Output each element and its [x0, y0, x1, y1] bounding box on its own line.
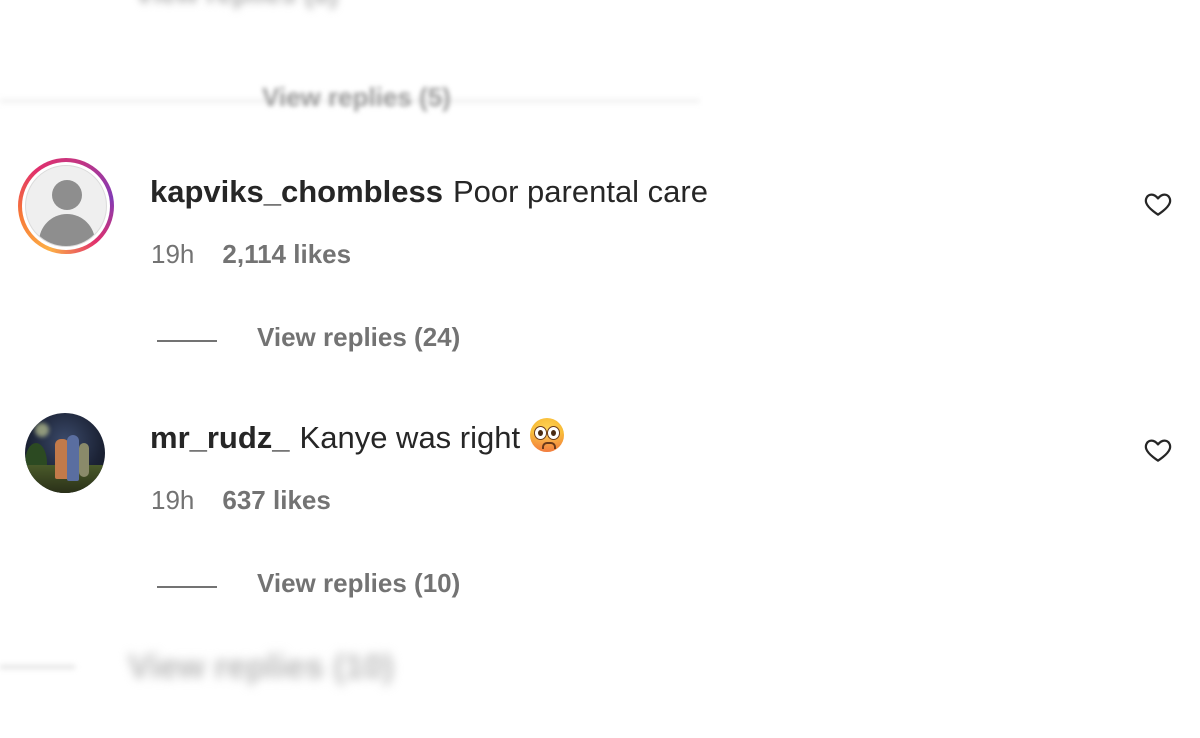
default-profile-icon: [25, 165, 107, 247]
blurred-replies-divider: [0, 666, 75, 668]
replies-divider: [157, 586, 217, 588]
comment-line: mr_rudz_ Kanye was right: [150, 418, 565, 458]
flushed-face-emoji-icon: [530, 418, 565, 452]
comment-time: 19h: [151, 239, 195, 269]
comment-username[interactable]: kapviks_chombless: [150, 174, 443, 209]
blurred-view-replies-top: View replies (8): [135, 0, 338, 10]
replies-divider: [157, 340, 217, 342]
avatar[interactable]: [25, 413, 105, 493]
heart-outline-icon[interactable]: [1143, 435, 1173, 465]
view-replies-button[interactable]: View replies (10): [257, 568, 460, 599]
comment-likes[interactable]: 2,114 likes: [222, 239, 351, 269]
blurred-view-replies-mid: View replies (5): [262, 82, 451, 112]
comment-meta: 19h 2,114 likes: [151, 239, 351, 270]
comment-time: 19h: [151, 485, 195, 515]
comment-username[interactable]: mr_rudz_: [150, 420, 290, 455]
comment-likes[interactable]: 637 likes: [222, 485, 330, 515]
avatar[interactable]: [18, 158, 114, 254]
comment-text: Kanye was right: [299, 420, 521, 455]
heart-outline-icon[interactable]: [1143, 189, 1173, 219]
view-replies-button[interactable]: View replies (24): [257, 322, 460, 353]
comment-text: Poor parental care: [452, 174, 708, 209]
comment-line: kapviks_chombless Poor parental care: [150, 172, 708, 212]
comment-meta: 19h 637 likes: [151, 485, 331, 516]
blurred-view-replies-bottom: View replies (10): [128, 648, 394, 686]
